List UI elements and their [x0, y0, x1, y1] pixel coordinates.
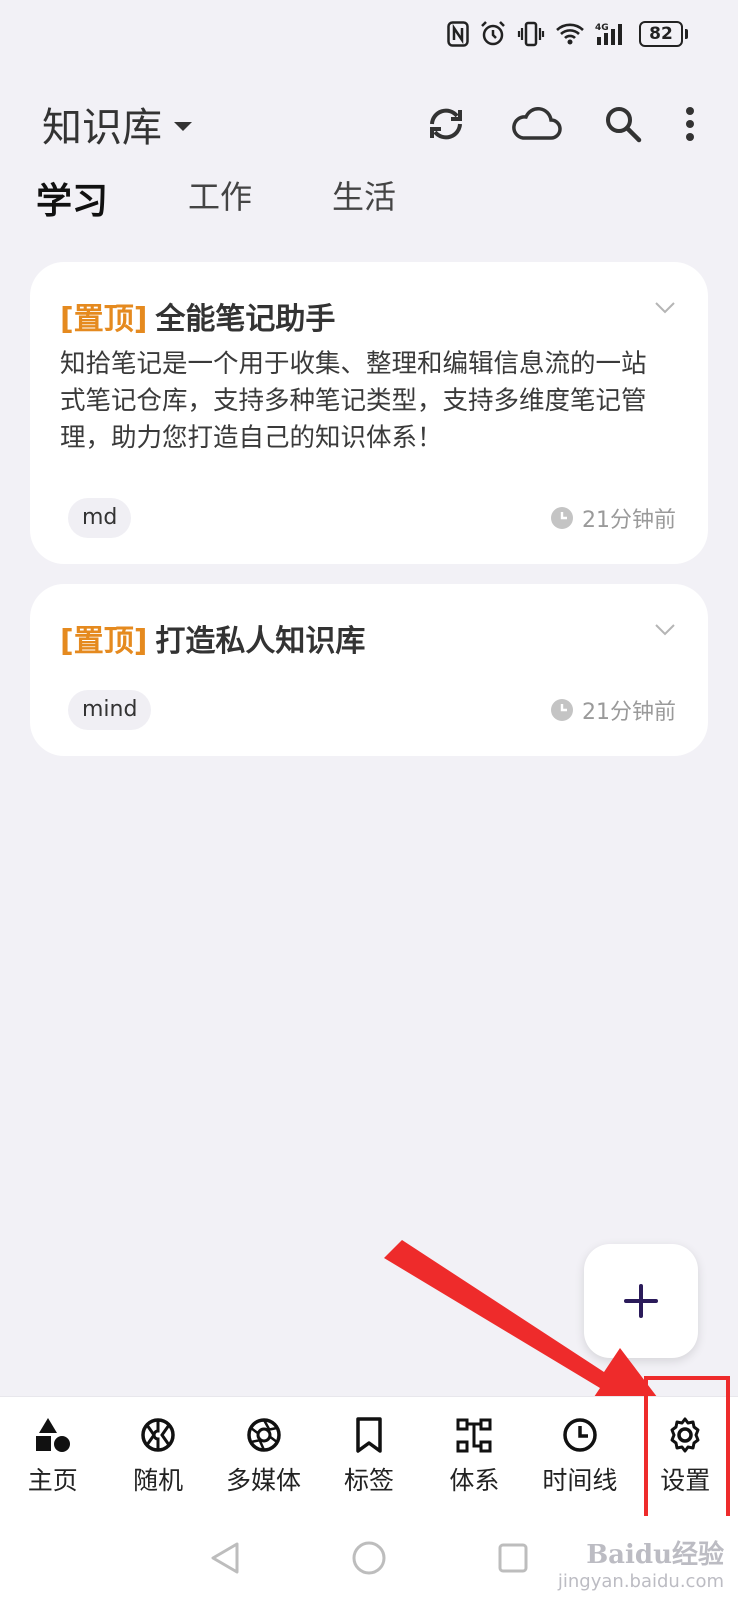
- sync-button[interactable]: [424, 104, 468, 144]
- nav-tags[interactable]: 标签: [316, 1397, 421, 1517]
- clock-icon: [551, 507, 573, 529]
- expand-button[interactable]: [654, 300, 676, 319]
- vibrate-icon: [517, 21, 545, 47]
- sync-icon: [430, 108, 462, 140]
- battery-level: 82: [639, 21, 683, 47]
- chevron-down-icon: [655, 302, 675, 314]
- nav-timeline[interactable]: 时间线: [527, 1397, 632, 1517]
- watermark: Baidu经验 jingyan.baidu.com: [557, 1540, 724, 1592]
- add-note-button[interactable]: [584, 1244, 698, 1358]
- category-tabs: 学习 工作 生活: [36, 172, 476, 224]
- search-icon: [606, 107, 642, 143]
- wifi-icon: [556, 23, 584, 45]
- random-icon: [141, 1418, 175, 1452]
- cloud-icon: [512, 107, 562, 140]
- nav-system[interactable]: 体系: [422, 1397, 527, 1517]
- hierarchy-icon: [456, 1418, 492, 1453]
- aperture-icon: [246, 1418, 281, 1452]
- chevron-down-icon: [655, 624, 675, 636]
- nfc-icon: [447, 21, 469, 47]
- signal-4g-icon: 4G: [595, 23, 622, 45]
- expand-button[interactable]: [654, 622, 676, 641]
- svg-text:4G: 4G: [595, 23, 609, 33]
- search-button[interactable]: [604, 105, 642, 143]
- tab-life[interactable]: 生活: [332, 172, 396, 224]
- home-circle-icon: [352, 1541, 386, 1575]
- status-bar: 4G 82: [447, 16, 688, 52]
- shapes-icon: [35, 1418, 70, 1452]
- pinned-label: [置顶]: [60, 302, 148, 337]
- gear-icon: [670, 1417, 700, 1453]
- more-vertical-icon: [686, 107, 694, 141]
- library-selector[interactable]: 知识库: [42, 95, 192, 153]
- tab-study[interactable]: 学习: [36, 172, 108, 224]
- nav-home[interactable]: 主页: [0, 1397, 105, 1517]
- battery-indicator: 82: [639, 21, 688, 47]
- note-timestamp: 21分钟前: [550, 694, 676, 726]
- note-preview: 知拾笔记是一个用于收集、整理和编辑信息流的一站式笔记仓库，支持多种笔记类型，支持…: [60, 349, 647, 453]
- note-title: 打造私人知识库: [155, 624, 366, 659]
- home-button[interactable]: [351, 1540, 387, 1576]
- bottom-navigation: 主页 随机 多媒体 标签 体系 时间线 设置: [0, 1396, 738, 1517]
- back-triangle-icon: [211, 1542, 239, 1574]
- recents-square-icon: [498, 1543, 528, 1573]
- nav-settings[interactable]: 设置: [633, 1397, 738, 1517]
- tab-work[interactable]: 工作: [188, 172, 252, 224]
- cloud-button[interactable]: [510, 106, 562, 142]
- note-tag[interactable]: mind: [68, 690, 152, 730]
- note-tag[interactable]: md: [68, 498, 132, 538]
- pinned-label: [置顶]: [60, 624, 148, 659]
- nav-media[interactable]: 多媒体: [211, 1397, 316, 1517]
- back-button[interactable]: [209, 1541, 241, 1575]
- caret-down-icon: [174, 121, 192, 131]
- alarm-icon: [481, 21, 505, 46]
- page-title: 知识库: [42, 105, 162, 151]
- clock-icon: [563, 1418, 597, 1452]
- note-card[interactable]: [置顶] 打造私人知识库 mind 21分钟前: [30, 584, 708, 756]
- note-card[interactable]: [置顶] 全能笔记助手 知拾笔记是一个用于收集、整理和编辑信息流的一站式笔记仓库，…: [30, 262, 708, 564]
- nav-random[interactable]: 随机: [105, 1397, 210, 1517]
- bookmark-icon: [356, 1417, 382, 1453]
- plus-icon: [624, 1284, 658, 1318]
- app-header: 知识库: [42, 96, 696, 152]
- more-button[interactable]: [684, 106, 696, 142]
- note-title: 全能笔记助手: [155, 302, 336, 337]
- recents-button[interactable]: [497, 1542, 529, 1574]
- note-timestamp: 21分钟前: [550, 502, 676, 534]
- clock-icon: [551, 699, 573, 721]
